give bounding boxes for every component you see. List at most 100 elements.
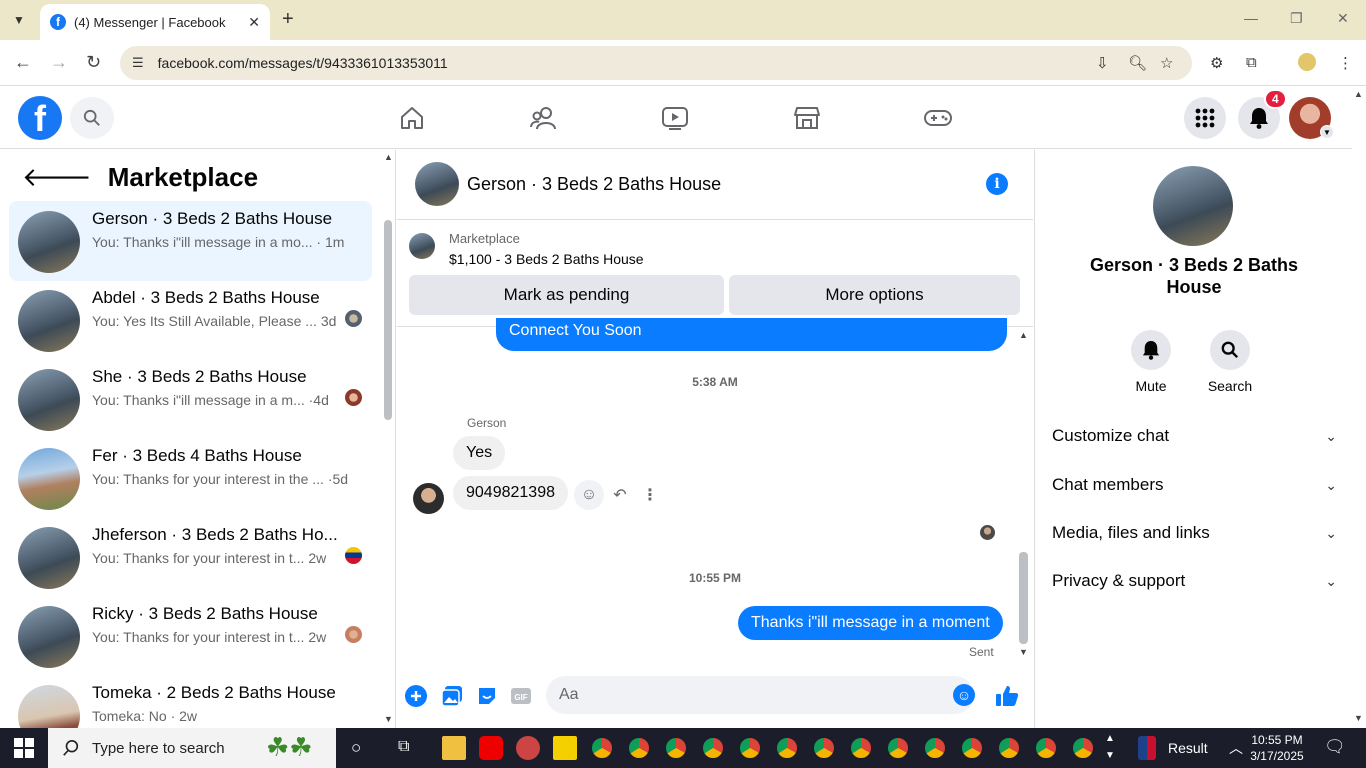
conversation-item[interactable]: Ricky · 3 Beds 2 Baths House You: Thanks… [9,596,372,676]
chrome-taskbar-icon[interactable] [1034,736,1058,760]
list-scrollbar[interactable] [384,220,392,420]
conversation-item[interactable]: Abdel · 3 Beds 2 Baths House You: Yes It… [9,280,372,360]
info-icon[interactable]: i [986,173,1008,195]
taskbar-overflow-icon[interactable]: ▲ ▼ [1105,730,1115,764]
sticky-notes-icon[interactable] [553,736,577,760]
taskbar-search-box[interactable]: Type here to search ☘☘ [48,728,336,768]
chat-scrollbar[interactable] [1019,552,1028,644]
nav-marketplace[interactable] [792,103,822,133]
forward-arrow-icon[interactable]: → [50,52,68,73]
add-plus-icon[interactable] [404,684,428,708]
windows-start-icon[interactable] [14,738,34,758]
scroll-up-icon[interactable]: ▲ [1019,330,1028,340]
tray-chevron-up-icon[interactable]: ︿ [1229,738,1243,758]
chrome-taskbar-icon[interactable] [886,736,910,760]
scroll-down-icon[interactable]: ▼ [384,714,393,724]
mute-button[interactable]: Mute [1121,330,1181,394]
file-explorer-icon[interactable] [442,736,466,760]
chrome-taskbar-icon[interactable] [775,736,799,760]
youtube-icon[interactable] [479,736,503,760]
nav-gaming[interactable] [923,103,953,133]
page-scrollbar[interactable]: ▲ ▼ [1352,87,1366,728]
browser-tab[interactable]: f (4) Messenger | Facebook ✕ [40,4,270,40]
task-view-icon[interactable]: ⧉ [398,738,409,756]
chrome-taskbar-icon[interactable] [664,736,688,760]
site-settings-icon[interactable]: ☰ [132,55,144,71]
extensions-puzzle-icon[interactable]: ⧉ [1246,54,1257,71]
chrome-taskbar-icon[interactable] [960,736,984,760]
message-bubble-incoming[interactable]: Yes [453,436,506,470]
chrome-taskbar-icon[interactable] [701,736,725,760]
message-input[interactable] [546,676,974,714]
chrome-taskbar-icon[interactable] [627,736,651,760]
message-bubble-outgoing[interactable]: Thanks i"ill message in a moment [738,606,1003,640]
message-bubble-outgoing[interactable]: Connect You Soon [496,318,1007,351]
more-vertical-icon[interactable]: ⋮ [635,480,665,510]
scroll-down-icon[interactable]: ▼ [1354,713,1363,723]
conversation-item[interactable]: Jheferson · 3 Beds 2 Baths Ho... You: Th… [9,517,372,597]
new-tab-plus-icon[interactable]: + [282,8,294,31]
sticker-icon[interactable] [475,684,499,708]
minimize-icon[interactable]: — [1244,10,1258,26]
chrome-taskbar-icon[interactable] [1071,736,1095,760]
listing-title[interactable]: $1,100 - 3 Beds 2 Baths House [449,251,644,267]
tab-close-icon[interactable]: ✕ [248,14,260,31]
facebook-search-button[interactable] [70,97,114,139]
search-in-chat-button[interactable]: Search [1200,330,1260,394]
photo-icon[interactable] [440,684,464,708]
chrome-menu-icon[interactable]: ⋮ [1338,54,1353,72]
tab-search-chevron-icon[interactable]: ▼ [6,7,32,33]
facebook-logo-icon[interactable]: f [18,96,62,140]
gif-icon[interactable]: GIF [509,684,533,708]
message-bubble-incoming[interactable]: 9049821398 [453,476,568,510]
chevron-down-icon[interactable]: ▼ [1320,125,1334,139]
chrome-taskbar-icon[interactable] [849,736,873,760]
scroll-up-icon[interactable]: ▲ [1354,89,1363,99]
sender-avatar[interactable] [413,483,444,514]
mark-as-pending-button[interactable]: Mark as pending [409,275,724,315]
chrome-taskbar-icon[interactable] [997,736,1021,760]
conversation-item[interactable]: Tomeka · 2 Beds 2 Baths House Tomeka: No… [9,675,372,728]
zoom-icon[interactable]: 🔍︎ [1128,54,1147,72]
conversation-item[interactable]: She · 3 Beds 2 Baths House You: Thanks i… [9,359,372,439]
app-icon[interactable] [516,736,540,760]
weather-result-label[interactable]: Result [1168,740,1208,756]
back-arrow-icon[interactable]: ← [14,52,32,73]
more-options-button[interactable]: More options [729,275,1020,315]
restore-icon[interactable]: ❐ [1290,10,1303,27]
cortana-icon[interactable]: ○ [351,738,361,758]
chat-profile-image[interactable] [1153,166,1233,246]
back-arrow-icon[interactable]: 🡐 [22,162,92,193]
bookmark-star-icon[interactable]: ☆ [1160,54,1173,72]
menu-grid-button[interactable] [1184,97,1226,139]
address-bar[interactable]: ☰ facebook.com/messages/t/94333610133530… [120,46,1192,80]
conversation-item[interactable]: Fer · 3 Beds 4 Baths House You: Thanks f… [9,438,372,518]
chat-members-section[interactable]: Chat members ⌄ [1052,470,1337,500]
conversation-item[interactable]: Gerson · 3 Beds 2 Baths House You: Thank… [9,201,372,281]
window-close-icon[interactable]: ✕ [1337,10,1349,27]
notification-center-icon[interactable]: 🗨︎ [1324,737,1346,757]
chrome-taskbar-icon[interactable] [590,736,614,760]
install-app-icon[interactable]: ⇩ [1096,54,1109,72]
profile-icon[interactable] [1298,53,1316,71]
chrome-taskbar-icon[interactable] [812,736,836,760]
nav-video[interactable] [660,103,690,133]
scroll-down-icon[interactable]: ▼ [1019,647,1028,657]
privacy-support-section[interactable]: Privacy & support ⌄ [1052,566,1337,596]
chat-avatar[interactable] [415,162,459,206]
emoji-icon[interactable]: ☺ [953,684,975,706]
nba-icon[interactable] [1138,736,1156,760]
chrome-taskbar-icon[interactable] [738,736,762,760]
like-thumb-icon[interactable] [995,684,1019,708]
reply-icon[interactable]: ↶ [605,480,635,510]
react-smile-icon[interactable]: ☺ [574,480,604,510]
scroll-up-icon[interactable]: ▲ [384,152,393,162]
customize-chat-section[interactable]: Customize chat ⌄ [1052,421,1337,451]
taskbar-clock[interactable]: 10:55 PM 3/17/2025 [1242,732,1312,764]
extension-robot-icon[interactable]: ⚙ [1210,54,1223,72]
media-files-links-section[interactable]: Media, files and links ⌄ [1052,518,1337,548]
chat-title[interactable]: Gerson · 3 Beds 2 Baths House [467,174,721,195]
nav-home[interactable] [397,103,427,133]
chrome-taskbar-icon[interactable] [923,736,947,760]
listing-thumbnail[interactable] [409,233,435,259]
